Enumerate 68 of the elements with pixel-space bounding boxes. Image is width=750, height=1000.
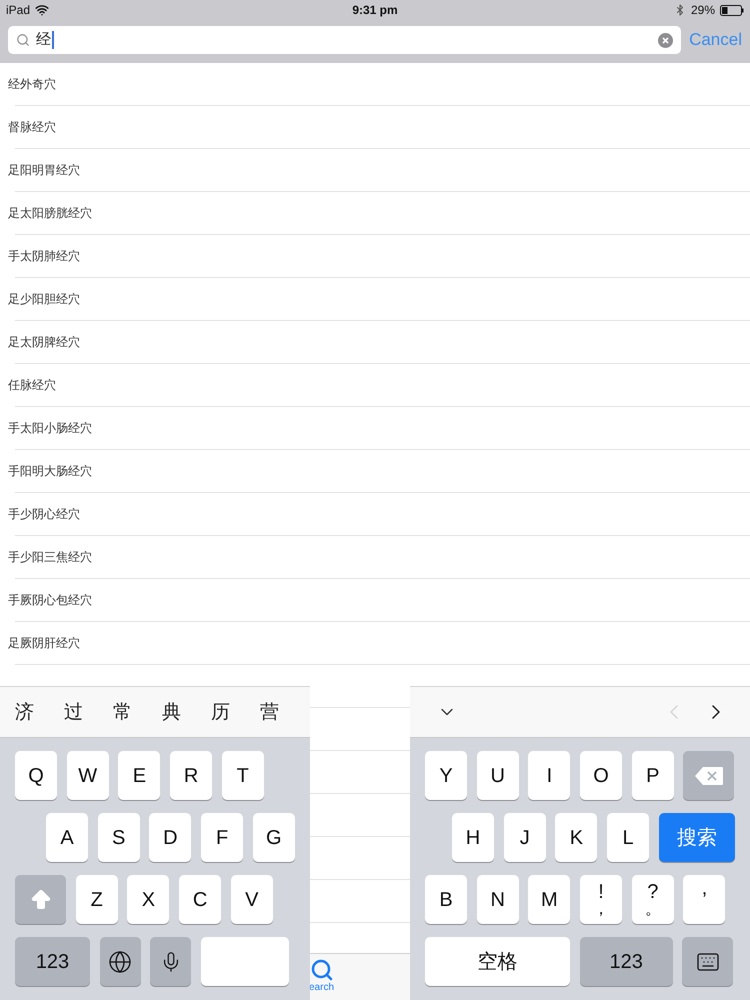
- letter-key[interactable]: A: [46, 813, 88, 862]
- letter-key[interactable]: ’: [683, 875, 726, 924]
- letter-key[interactable]: M: [528, 875, 570, 924]
- result-row[interactable]: 足阳明胃经穴: [0, 149, 750, 192]
- letter-key[interactable]: G: [252, 813, 295, 862]
- result-row[interactable]: 手太阴肺经穴: [0, 235, 750, 278]
- microphone-key[interactable]: [150, 937, 192, 986]
- punctuation-key[interactable]: ! ，: [580, 875, 622, 924]
- letter-key[interactable]: C: [179, 875, 222, 924]
- letter-key[interactable]: W: [66, 751, 109, 800]
- search-icon: [16, 33, 30, 47]
- letter-key[interactable]: T: [222, 751, 264, 800]
- battery-icon: [720, 4, 744, 16]
- result-row[interactable]: 督脉经穴: [0, 106, 750, 149]
- result-row[interactable]: 足太阳膀胱经穴: [0, 192, 750, 235]
- battery-percentage: 29%: [690, 3, 716, 17]
- search-field[interactable]: 经: [8, 26, 682, 54]
- space-key[interactable]: 空格: [425, 937, 570, 986]
- punctuation-key[interactable]: ? 。: [632, 875, 674, 924]
- letter-key[interactable]: J: [504, 813, 546, 862]
- candidate-word[interactable]: 典: [147, 699, 196, 725]
- letter-key[interactable]: K: [555, 813, 598, 862]
- hide-keyboard-key[interactable]: [682, 937, 734, 986]
- numbers-key[interactable]: 123: [580, 937, 673, 986]
- candidate-word[interactable]: 营: [245, 699, 294, 725]
- wifi-icon: [35, 3, 50, 17]
- result-row[interactable]: 足厥阴肝经穴: [0, 622, 750, 665]
- search-tab[interactable]: earch: [309, 958, 334, 993]
- clock: 9:31 pm: [352, 3, 398, 17]
- letter-key[interactable]: U: [476, 751, 519, 800]
- candidate-word[interactable]: 历: [196, 699, 245, 725]
- clear-icon[interactable]: [658, 32, 674, 48]
- globe-key[interactable]: [100, 937, 141, 986]
- result-row[interactable]: 经外奇穴: [0, 63, 750, 106]
- letter-key[interactable]: V: [230, 875, 273, 924]
- search-icon: [310, 958, 334, 982]
- letter-key[interactable]: O: [580, 751, 622, 800]
- result-row[interactable]: 足少阳胆经穴: [0, 278, 750, 321]
- letter-key[interactable]: L: [607, 813, 650, 862]
- device-name: iPad: [6, 3, 30, 17]
- result-row[interactable]: 手太阳小肠经穴: [0, 407, 750, 450]
- letter-key[interactable]: R: [170, 751, 212, 800]
- search-key[interactable]: 搜索: [658, 813, 735, 862]
- candidate-word[interactable]: 济: [0, 699, 49, 725]
- letter-key[interactable]: Y: [425, 751, 467, 800]
- numbers-key[interactable]: 123: [15, 937, 90, 986]
- letter-key[interactable]: S: [98, 813, 140, 862]
- result-row[interactable]: 手少阳三焦经穴: [0, 536, 750, 579]
- letter-key[interactable]: Q: [15, 751, 57, 800]
- result-row[interactable]: 手阳明大肠经穴: [0, 450, 750, 493]
- delete-icon: [694, 766, 724, 786]
- result-row[interactable]: 手少阴心经穴: [0, 493, 750, 536]
- letter-key[interactable]: F: [201, 813, 244, 862]
- candidate-word[interactable]: 常: [98, 699, 147, 725]
- letter-key[interactable]: X: [127, 875, 170, 924]
- letter-key[interactable]: B: [425, 875, 467, 924]
- globe-icon: [108, 950, 132, 974]
- letter-key[interactable]: P: [632, 751, 674, 800]
- letter-key[interactable]: N: [476, 875, 519, 924]
- letter-key[interactable]: E: [118, 751, 160, 800]
- letter-key[interactable]: H: [452, 813, 494, 862]
- result-row[interactable]: 任脉经穴: [0, 364, 750, 407]
- letter-key[interactable]: Z: [76, 875, 118, 924]
- candidate-word[interactable]: 过: [49, 699, 98, 725]
- result-row[interactable]: 手厥阴心包经穴: [0, 579, 750, 622]
- result-row[interactable]: 足太阴脾经穴: [0, 321, 750, 364]
- letter-key[interactable]: I: [528, 751, 570, 800]
- letter-key[interactable]: D: [149, 813, 192, 862]
